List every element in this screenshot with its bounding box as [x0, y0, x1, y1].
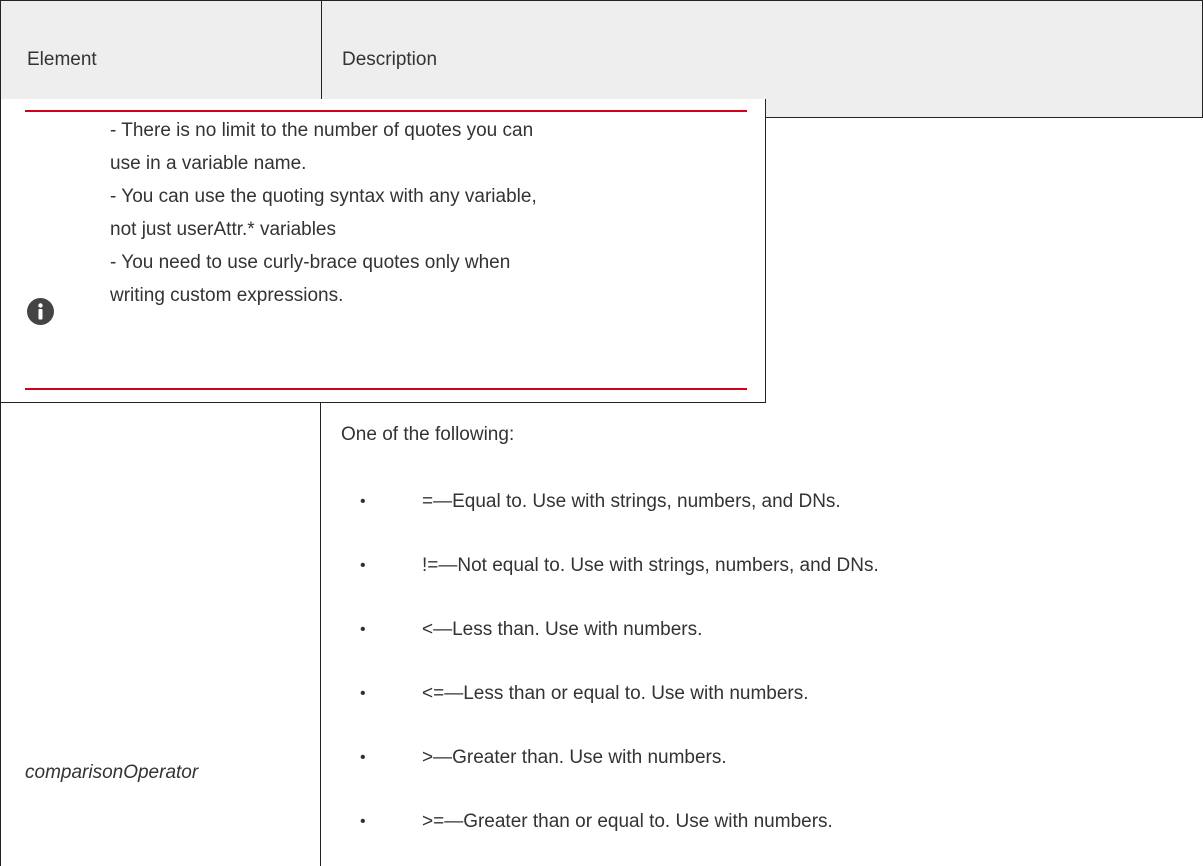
info-icon — [27, 298, 54, 325]
operator-description: <—Less than. Use with numbers. — [422, 619, 703, 640]
bullet-icon: • — [360, 557, 366, 574]
bullet-icon: • — [360, 621, 366, 638]
operator-description: <=—Less than or equal to. Use with numbe… — [422, 683, 809, 704]
note-top-rule — [25, 110, 747, 112]
note-text: - There is no limit to the number of quo… — [110, 114, 750, 312]
note-line: use in a variable name. — [110, 153, 307, 174]
reference-table: Element Description - There is no limit … — [0, 0, 1203, 866]
bullet-icon: • — [360, 685, 366, 702]
note-callout: - There is no limit to the number of quo… — [0, 99, 766, 403]
column-divider — [320, 403, 321, 866]
table-left-border — [0, 403, 1, 866]
operator-description: !=—Not equal to. Use with strings, numbe… — [422, 555, 879, 576]
note-bottom-rule — [25, 388, 747, 390]
operator-description: >—Greater than. Use with numbers. — [422, 747, 727, 768]
note-line: - There is no limit to the number of quo… — [110, 120, 534, 141]
element-name: comparisonOperator — [25, 762, 199, 783]
note-line: - You can use the quoting syntax with an… — [110, 186, 537, 207]
note-line: - You need to use curly-brace quotes onl… — [110, 252, 511, 273]
note-line: not just userAttr.* variables — [110, 219, 336, 240]
bullet-icon: • — [360, 813, 366, 830]
bullet-icon: • — [360, 749, 366, 766]
operator-description: >=—Greater than or equal to. Use with nu… — [422, 811, 833, 832]
description-intro: One of the following: — [341, 424, 515, 445]
bullet-icon: • — [360, 493, 366, 510]
note-line: writing custom expressions. — [110, 285, 344, 306]
operator-description: =—Equal to. Use with strings, numbers, a… — [422, 491, 841, 512]
